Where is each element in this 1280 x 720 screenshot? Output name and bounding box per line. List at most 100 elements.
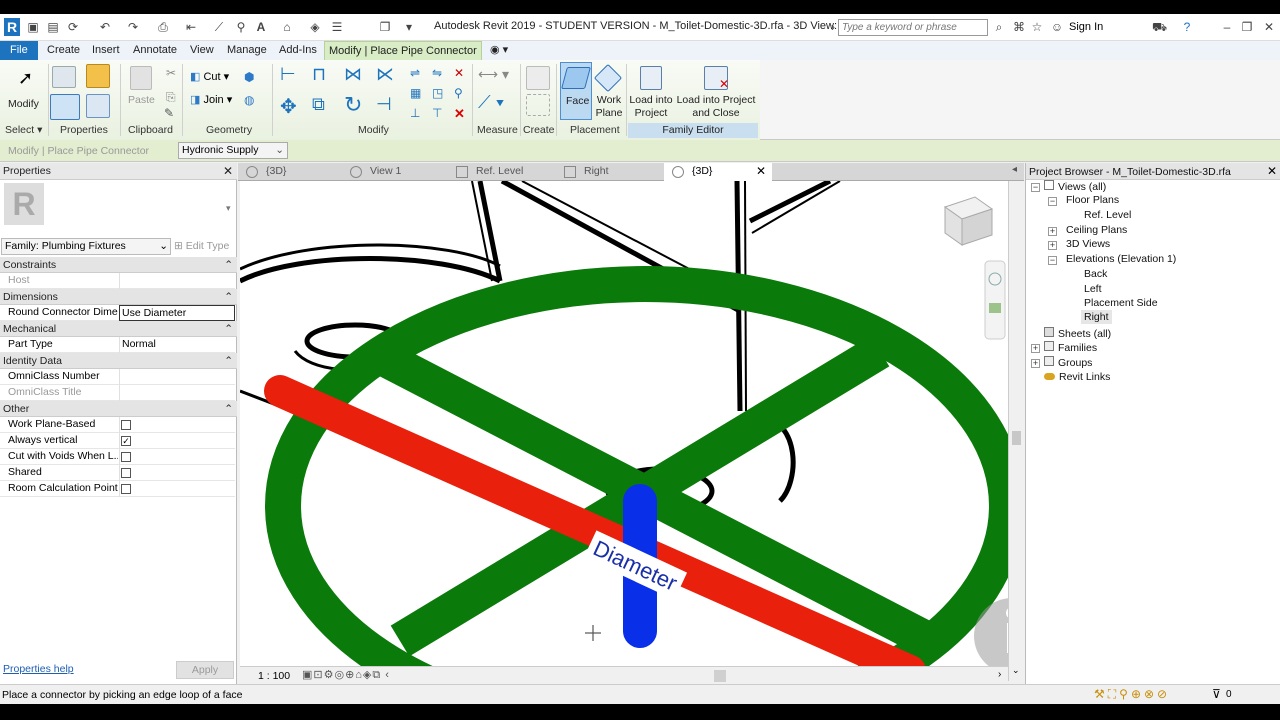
aligned-dimension-icon[interactable]: ⟋ ▾ [478,92,504,113]
tree-item-left[interactable]: Left [1084,283,1102,295]
switch-windows-icon[interactable]: ❐ [378,20,392,34]
tree-item-sheets[interactable]: Sheets (all) [1044,327,1111,340]
selection-settings-icons[interactable]: ⚒⛶⚲⊕⊗⊘ [1094,687,1170,702]
tab-create[interactable]: Create [43,41,84,60]
revit-logo-icon[interactable]: R [4,18,20,36]
open-icon[interactable]: ▣ [26,20,40,34]
expand-icon[interactable]: + [1048,241,1057,250]
work-plane-placement-button[interactable]: Work Plane [593,62,624,120]
join-geometry-button[interactable]: ◨ Join ▾ [190,93,250,107]
tab-right[interactable]: Right [556,163,664,181]
print-icon[interactable]: ⎙ [156,20,170,34]
create-group-icon[interactable] [526,94,550,116]
tab-view-3d[interactable]: {3D} [238,163,342,181]
tree-item-3d-views[interactable]: 3D Views [1066,238,1110,250]
horizontal-scroll-thumb[interactable] [714,670,726,682]
round-connector-dimension-field[interactable]: Use Diameter [119,305,235,321]
pin-icon[interactable]: ⚲ [454,86,463,100]
tab-modify-place-pipe-connector[interactable]: Modify | Place Pipe Connector [324,41,482,60]
offset-icon[interactable]: ⊓ [312,64,334,86]
paste-icon[interactable] [130,66,152,90]
paint-icon[interactable]: ◍ [244,93,254,107]
move-icon[interactable]: ✥ [280,94,302,118]
face-placement-button[interactable]: Face [560,62,592,120]
family-types-icon[interactable] [86,64,110,88]
family-selector-dropdown[interactable]: Family: Plumbing Fixtures ⌄ [1,238,171,255]
close-icon[interactable]: ✕ [1267,164,1277,178]
customize-qat-icon[interactable]: ▾ [402,20,416,34]
tree-item-back[interactable]: Back [1084,268,1107,280]
measure-icon[interactable]: ⇤ [184,20,198,34]
room-calculation-point-checkbox[interactable] [121,484,131,494]
unpin-icon[interactable]: ✕ [454,66,464,80]
tab-view[interactable]: View [186,41,218,60]
thin-lines-icon[interactable]: ☰ [330,20,344,34]
navigation-bar[interactable] [984,260,1006,340]
close-icon[interactable]: ✕ [1262,20,1276,34]
tree-item-views[interactable]: Views (all) [1044,180,1106,193]
array-icon[interactable]: ▦ [410,86,421,100]
section-icon[interactable]: ◈ [308,20,322,34]
type-properties-icon[interactable] [52,66,76,88]
load-into-project-close-button[interactable]: ✕ Load into Project and Close [676,62,756,120]
close-icon[interactable]: ✕ [223,163,233,179]
trim-single-icon[interactable]: ⊥ [410,106,420,120]
help-search-input[interactable]: Type a keyword or phrase [838,19,988,36]
section-identity-data[interactable]: Identity Data ⌃ [0,353,237,369]
expand-icon[interactable]: + [1031,344,1040,353]
binoculars-icon[interactable]: ⌕ [992,20,1006,34]
split-icon[interactable]: ⇌ [410,66,420,80]
restore-icon[interactable]: ❐ [1240,20,1254,34]
subscription-icon[interactable]: ⌘ [1012,20,1026,34]
scroll-thumb[interactable] [1012,431,1021,445]
tab-view-3d-active[interactable]: {3D} ✕ [664,163,772,181]
sync-icon[interactable]: ⟳ [66,20,80,34]
text-icon[interactable]: A [254,20,268,34]
view-control-icons[interactable]: ▣⊡⚙◎⊕⌂◈⧉ ‹ [302,668,390,682]
3d-model-view[interactable]: Diameter bim [240,181,1008,666]
help-icon[interactable]: ? [1180,20,1194,34]
scroll-right-icon[interactable]: › [998,669,1001,680]
vertical-scrollbar[interactable]: ⌄ [1008,181,1024,681]
split-gap-icon[interactable]: ⇋ [432,66,442,80]
tab-view-1[interactable]: View 1 [342,163,448,181]
dimension-icon[interactable]: ⟋ [212,20,226,34]
tree-item-ref-level[interactable]: Ref. Level [1084,209,1131,221]
match-props-icon[interactable]: ✎ [164,106,174,120]
undo-icon[interactable]: ↶ [98,20,112,34]
tree-item-placement-side[interactable]: Placement Side [1084,297,1158,309]
view-scale[interactable]: 1 : 100 [258,670,290,682]
section-constraints[interactable]: Constraints ⌃ [0,257,237,273]
viewcube-icon[interactable] [943,196,994,246]
mirror-draw-icon[interactable]: ⋉ [376,64,398,86]
trim-extend-icon[interactable]: ⊣ [376,94,398,116]
cut-geometry-button[interactable]: ◧ Cut ▾ [190,70,250,84]
tab-add-ins[interactable]: Add-Ins [275,41,321,60]
tab-file[interactable]: File [0,41,38,60]
trim-multiple-icon[interactable]: ⊤ [432,106,442,120]
system-type-dropdown[interactable]: Hydronic Supply ⌄ [178,142,288,159]
scroll-down-icon[interactable]: ⌄ [1012,665,1020,676]
tab-ref-level[interactable]: Ref. Level [448,163,556,181]
delete-icon[interactable]: ✕ [454,106,465,122]
minimize-icon[interactable]: – [1220,20,1234,34]
tree-item-floor-plans[interactable]: Floor Plans [1066,194,1119,206]
wall-joins-icon[interactable]: ⬢ [244,70,254,84]
apply-button[interactable]: Apply [176,661,234,679]
collapse-icon[interactable]: − [1048,197,1057,206]
tab-insert[interactable]: Insert [88,41,124,60]
tab-options-dropdown[interactable]: ◉ ▾ [486,41,512,60]
type-selector-chevron-icon[interactable]: ▾ [226,203,231,214]
section-other[interactable]: Other ⌃ [0,401,237,417]
close-icon[interactable]: ✕ [756,163,766,180]
expand-icon[interactable]: + [1048,227,1057,236]
tab-annotate[interactable]: Annotate [129,41,181,60]
edit-type-button[interactable]: ⊞ Edit Type [174,238,234,255]
cut-with-voids-checkbox[interactable] [121,452,131,462]
collapse-icon[interactable]: − [1031,183,1040,192]
family-category-icon[interactable] [86,94,110,118]
drawing-canvas[interactable]: Diameter bim [240,181,1008,666]
rotate-icon[interactable]: ↻ [344,92,366,117]
cart-icon[interactable]: ⛟ [1152,20,1167,34]
select-panel-label[interactable]: Select ▾ [5,124,42,136]
